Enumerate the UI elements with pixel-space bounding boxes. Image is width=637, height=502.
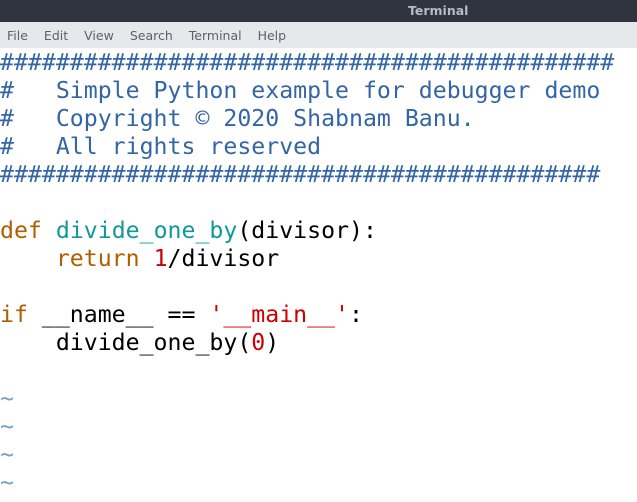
empty-buffer-line: ~ (0, 413, 637, 441)
empty-line-marker: ~ (0, 413, 14, 440)
comment-text: ########################################… (0, 161, 601, 188)
empty-buffer-line: ~ (0, 385, 637, 413)
empty-buffer-line: ~ (0, 469, 637, 497)
code-text: __name__ == (27, 301, 210, 328)
code-line: ########################################… (0, 49, 637, 77)
code-line: divide_one_by(0) (0, 329, 637, 357)
empty-line-marker: ~ (0, 441, 14, 468)
menu-file[interactable]: File (7, 28, 28, 43)
code-text: (divisor): (237, 217, 377, 244)
window-title: Terminal (408, 3, 469, 18)
menu-bar: File Edit View Search Terminal Help (0, 22, 637, 48)
number-literal: 0 (251, 329, 266, 356)
comment-text: # Copyright © 2020 Shabnam Banu. (0, 105, 475, 132)
code-line: # Simple Python example for debugger dem… (0, 77, 637, 105)
comment-text: # All rights reserved (0, 133, 322, 160)
terminal-text-area[interactable]: ########################################… (0, 49, 637, 502)
menu-edit[interactable]: Edit (44, 28, 68, 43)
code-line: # All rights reserved (0, 133, 637, 161)
code-text: divide_one_by( (0, 329, 252, 356)
keyword-text: if (0, 301, 28, 328)
code-line: def divide_one_by(divisor): (0, 217, 637, 245)
menu-view[interactable]: View (84, 28, 114, 43)
keyword-text: return (55, 245, 140, 272)
code-text: ) (265, 329, 280, 356)
menu-search[interactable]: Search (130, 28, 173, 43)
number-literal: 1 (153, 245, 168, 272)
empty-line-marker: ~ (0, 469, 14, 496)
window-titlebar[interactable]: Terminal (0, 0, 637, 22)
empty-buffer-line: ~ (0, 441, 637, 469)
code-line: ########################################… (0, 161, 637, 189)
code-text: : (349, 301, 363, 328)
code-text: /divisor (167, 245, 280, 272)
keyword-text: def (0, 217, 42, 244)
comment-text: # Simple Python example for debugger dem… (0, 77, 601, 104)
code-line: if __name__ == '__main__': (0, 301, 637, 329)
code-line: return 1/divisor (0, 245, 637, 273)
empty-line-marker: ~ (0, 385, 14, 412)
menu-terminal[interactable]: Terminal (189, 28, 242, 43)
string-literal: '__main__' (209, 301, 350, 328)
code-line: # Copyright © 2020 Shabnam Banu. (0, 105, 637, 133)
comment-text: ########################################… (0, 49, 615, 76)
function-name-text: divide_one_by (55, 217, 238, 244)
menu-help[interactable]: Help (258, 28, 287, 43)
